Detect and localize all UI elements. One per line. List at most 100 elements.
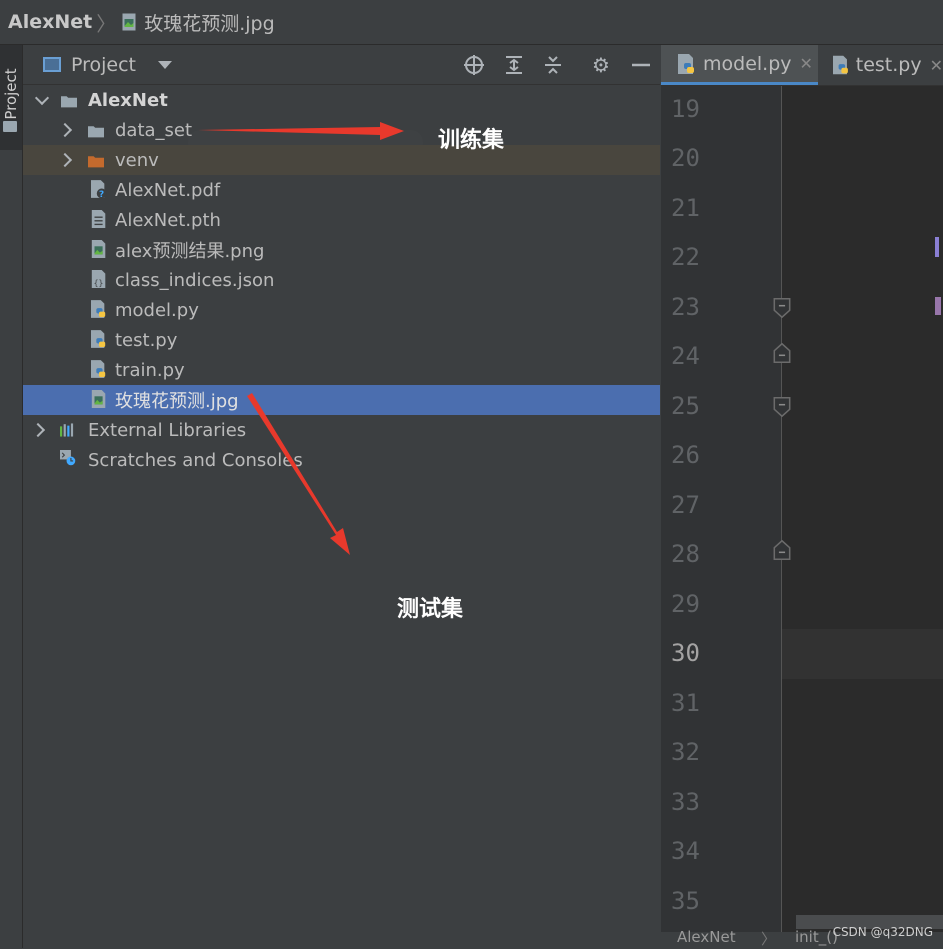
excluded-folder-icon <box>88 156 104 168</box>
line-number: 27 <box>671 491 700 519</box>
breadcrumb-separator-icon: 〉 <box>761 930 777 948</box>
fold-end-icon[interactable] <box>772 540 792 560</box>
tab-test-py[interactable]: test.py ✕ <box>819 45 943 85</box>
tree-item-label: AlexNet.pdf <box>115 179 221 201</box>
breadcrumb-separator-icon: 〉 <box>96 11 117 36</box>
code-fragment <box>935 237 939 257</box>
project-panel-header: Project ⚙ <box>23 45 660 85</box>
line-number: 24 <box>671 342 700 370</box>
tree-item-test-py[interactable]: test.py <box>23 325 660 355</box>
chevron-down-icon[interactable] <box>34 90 50 106</box>
line-number-gutter: 19 20 21 22 23 24 25 26 27 28 29 30 31 3… <box>661 86 781 948</box>
line-number: 35 <box>671 887 700 915</box>
tree-item-train-py[interactable]: train.py <box>23 355 660 385</box>
close-icon[interactable]: ✕ <box>930 56 943 75</box>
editor-area: model.py ✕ test.py ✕ 19 20 21 22 23 24 2… <box>661 45 943 948</box>
line-number: 32 <box>671 738 700 766</box>
expand-all-icon[interactable] <box>503 54 525 76</box>
watermark: CSDN @q32DNG <box>832 925 933 939</box>
collapse-all-icon[interactable] <box>542 54 564 76</box>
tree-item-label: AlexNet.pth <box>115 209 221 231</box>
image-file-icon <box>91 390 106 408</box>
chevron-right-icon[interactable] <box>57 152 73 168</box>
python-file-icon <box>91 330 106 348</box>
tab-label: test.py <box>855 54 922 76</box>
line-number: 31 <box>671 689 700 717</box>
annotation-train-set: 训练集 <box>438 128 505 153</box>
navigation-bar: AlexNet 〉 玫瑰花预测.jpg <box>0 0 943 45</box>
fold-marker-icon[interactable] <box>772 397 792 417</box>
breadcrumb-project[interactable]: AlexNet <box>8 11 92 33</box>
tree-item-data-set[interactable]: data_set <box>23 115 660 145</box>
project-view-selector[interactable]: Project <box>71 54 136 76</box>
line-number: 21 <box>671 194 700 222</box>
editor-crumb[interactable]: init_() <box>795 928 838 946</box>
fold-marker-icon[interactable] <box>772 298 792 318</box>
tree-item-label: train.py <box>115 359 185 381</box>
image-file-icon <box>122 13 136 31</box>
tree-item-label: 玫瑰花预测.jpg <box>115 391 239 412</box>
tree-item-rose-jpg[interactable]: 玫瑰花预测.jpg <box>23 385 660 415</box>
python-file-icon <box>91 360 106 378</box>
project-view-icon <box>43 57 61 72</box>
folder-icon <box>61 96 77 108</box>
chevron-right-icon[interactable] <box>30 422 46 438</box>
fold-guide-line <box>781 86 782 948</box>
tree-item-class-indices-json[interactable]: {} class_indices.json <box>23 265 660 295</box>
svg-text:?: ? <box>99 190 104 198</box>
editor-tabs: model.py ✕ test.py ✕ <box>661 45 943 86</box>
annotation-test-set: 测试集 <box>397 597 464 622</box>
json-file-icon: {} <box>91 270 106 288</box>
tree-item-label: class_indices.json <box>115 269 275 291</box>
tab-model-py[interactable]: model.py ✕ <box>661 45 818 85</box>
python-file-icon <box>91 300 106 318</box>
project-tool-tab-label: Project <box>2 68 20 120</box>
tree-root-row[interactable]: AlexNet <box>23 85 660 115</box>
line-number: 34 <box>671 837 700 865</box>
line-number: 26 <box>671 441 700 469</box>
line-number: 33 <box>671 788 700 816</box>
chevron-down-icon[interactable] <box>158 60 173 69</box>
left-tool-strip: Project <box>0 45 23 948</box>
line-number: 20 <box>671 144 700 172</box>
tree-item-label: alex预测结果.png <box>115 241 265 262</box>
minimize-icon[interactable] <box>630 54 652 76</box>
fold-end-icon[interactable] <box>772 343 792 363</box>
tree-item-alexnet-pdf[interactable]: ? AlexNet.pdf <box>23 175 660 205</box>
tree-item-alex-result-png[interactable]: alex预测结果.png <box>23 235 660 265</box>
tree-item-venv[interactable]: venv <box>23 145 660 175</box>
tree-item-alexnet-pth[interactable]: AlexNet.pth <box>23 205 660 235</box>
line-number: 22 <box>671 243 700 271</box>
current-line-highlight <box>782 629 943 679</box>
unknown-file-icon: ? <box>91 180 107 198</box>
scratches-icon <box>60 450 76 466</box>
line-number-current: 30 <box>671 639 700 667</box>
line-number: 29 <box>671 590 700 618</box>
close-icon[interactable]: ✕ <box>800 54 813 73</box>
gear-icon[interactable]: ⚙ <box>590 54 612 76</box>
tree-item-label: model.py <box>115 299 199 321</box>
tree-item-label: test.py <box>115 329 178 351</box>
tree-item-external-libraries[interactable]: External Libraries <box>23 415 660 445</box>
tree-item-label: External Libraries <box>88 419 247 441</box>
project-tool-tab[interactable]: Project <box>0 45 22 150</box>
project-panel: Project ⚙ AlexNet data_set venv ? AlexNe… <box>23 45 660 948</box>
chevron-right-icon[interactable] <box>57 122 73 138</box>
locate-icon[interactable] <box>463 54 485 76</box>
svg-text:{}: {} <box>94 277 104 287</box>
breadcrumb-file[interactable]: 玫瑰花预测.jpg <box>144 9 274 36</box>
tab-label: model.py <box>703 52 792 75</box>
image-file-icon <box>91 240 106 258</box>
library-icon <box>60 423 74 437</box>
code-fragment <box>935 297 941 315</box>
python-file-icon <box>833 55 848 75</box>
editor-crumb[interactable]: AlexNet <box>677 928 736 946</box>
text-file-icon <box>91 210 106 228</box>
tree-root-label: AlexNet <box>88 89 168 111</box>
tree-item-label: venv <box>115 149 159 171</box>
line-number: 28 <box>671 540 700 568</box>
tree-item-label: data_set <box>115 119 193 141</box>
line-number: 25 <box>671 392 700 420</box>
tree-item-model-py[interactable]: model.py <box>23 295 660 325</box>
tree-item-scratches[interactable]: Scratches and Consoles <box>23 445 660 475</box>
